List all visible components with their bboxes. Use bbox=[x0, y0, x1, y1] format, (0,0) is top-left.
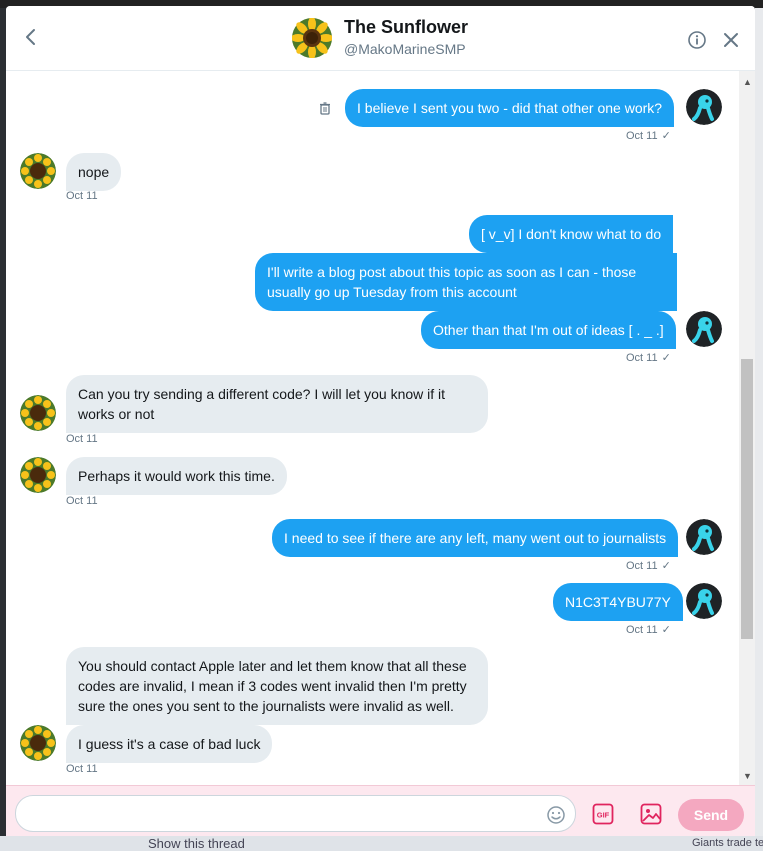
backdrop-bottom bbox=[0, 836, 763, 851]
message-timestamp: Oct 11 bbox=[66, 190, 98, 202]
message-timestamp: Oct 11 ✓ bbox=[626, 130, 671, 142]
backdrop-trending-text: Giants trade te bbox=[692, 837, 763, 849]
read-check-icon: ✓ bbox=[661, 560, 671, 572]
dm-conversation-modal: The Sunflower @MakoMarineSMP I believe I… bbox=[6, 6, 755, 836]
read-check-icon: ✓ bbox=[661, 624, 671, 636]
message-bubble-incoming[interactable]: nope bbox=[66, 153, 122, 191]
read-check-icon: ✓ bbox=[661, 130, 671, 142]
own-avatar[interactable] bbox=[686, 583, 722, 619]
emoji-icon[interactable] bbox=[546, 805, 566, 825]
read-check-icon: ✓ bbox=[661, 352, 671, 364]
message-timestamp: Oct 11 bbox=[66, 433, 98, 445]
delete-message-trash-icon[interactable] bbox=[318, 101, 332, 115]
message-timestamp: Oct 11 bbox=[66, 763, 98, 775]
sender-sunflower-avatar[interactable] bbox=[20, 395, 56, 431]
info-icon[interactable] bbox=[687, 30, 707, 50]
backdrop-show-thread-text: Show this thread bbox=[148, 836, 245, 851]
conversation-handle[interactable]: @MakoMarineSMP bbox=[344, 41, 466, 57]
message-bubble-outgoing[interactable]: I need to see if there are any left, man… bbox=[272, 519, 679, 557]
scroll-down-arrow-icon[interactable]: ▼ bbox=[743, 771, 752, 781]
message-thread[interactable]: I believe I sent you two - did that othe… bbox=[6, 71, 755, 785]
sender-sunflower-avatar[interactable] bbox=[20, 457, 56, 493]
message-timestamp: Oct 11 ✓ bbox=[626, 560, 671, 572]
own-avatar[interactable] bbox=[686, 311, 722, 347]
message-bubble-incoming[interactable]: Perhaps it would work this time. bbox=[66, 457, 287, 495]
message-bubble-outgoing[interactable]: I believe I sent you two - did that othe… bbox=[345, 89, 675, 127]
message-bubble-outgoing[interactable]: N1C3T4YBU77Y bbox=[553, 583, 683, 621]
message-bubble-outgoing[interactable]: Other than that I'm out of ideas [ . _ .… bbox=[421, 311, 676, 349]
back-arrow-icon[interactable] bbox=[20, 26, 42, 48]
conversation-header: The Sunflower @MakoMarineSMP bbox=[6, 6, 755, 71]
send-button[interactable]: Send bbox=[678, 799, 744, 831]
backdrop-right bbox=[755, 8, 763, 836]
conversation-title[interactable]: The Sunflower bbox=[344, 17, 468, 38]
message-bubble-outgoing[interactable]: I'll write a blog post about this topic … bbox=[255, 253, 677, 311]
scroll-up-arrow-icon[interactable]: ▲ bbox=[743, 77, 752, 87]
gif-icon-label: GIF bbox=[597, 811, 610, 820]
thread-scrollbar[interactable]: ▲ ▼ bbox=[739, 71, 755, 785]
message-bubble-incoming[interactable]: Can you try sending a different code? I … bbox=[66, 375, 488, 433]
message-bubble-incoming[interactable]: You should contact Apple later and let t… bbox=[66, 647, 488, 725]
message-bubble-outgoing[interactable]: [ v_v] I don't know what to do bbox=[469, 215, 674, 253]
message-bubble-incoming[interactable]: I guess it's a case of bad luck bbox=[66, 725, 273, 763]
header-sunflower-avatar[interactable] bbox=[292, 18, 332, 58]
message-timestamp: Oct 11 ✓ bbox=[626, 352, 671, 364]
own-avatar[interactable] bbox=[686, 519, 722, 555]
own-avatar[interactable] bbox=[686, 89, 722, 125]
gif-icon[interactable]: GIF bbox=[592, 803, 614, 825]
sender-sunflower-avatar[interactable] bbox=[20, 153, 56, 189]
message-timestamp: Oct 11 bbox=[66, 495, 98, 507]
scrollbar-thumb[interactable] bbox=[741, 359, 753, 639]
close-icon[interactable] bbox=[722, 31, 740, 49]
message-timestamp: Oct 11 ✓ bbox=[626, 624, 671, 636]
sender-sunflower-avatar[interactable] bbox=[20, 725, 56, 761]
image-icon[interactable] bbox=[640, 803, 662, 825]
message-input[interactable] bbox=[15, 795, 576, 832]
message-composer: GIF Send bbox=[6, 785, 755, 836]
